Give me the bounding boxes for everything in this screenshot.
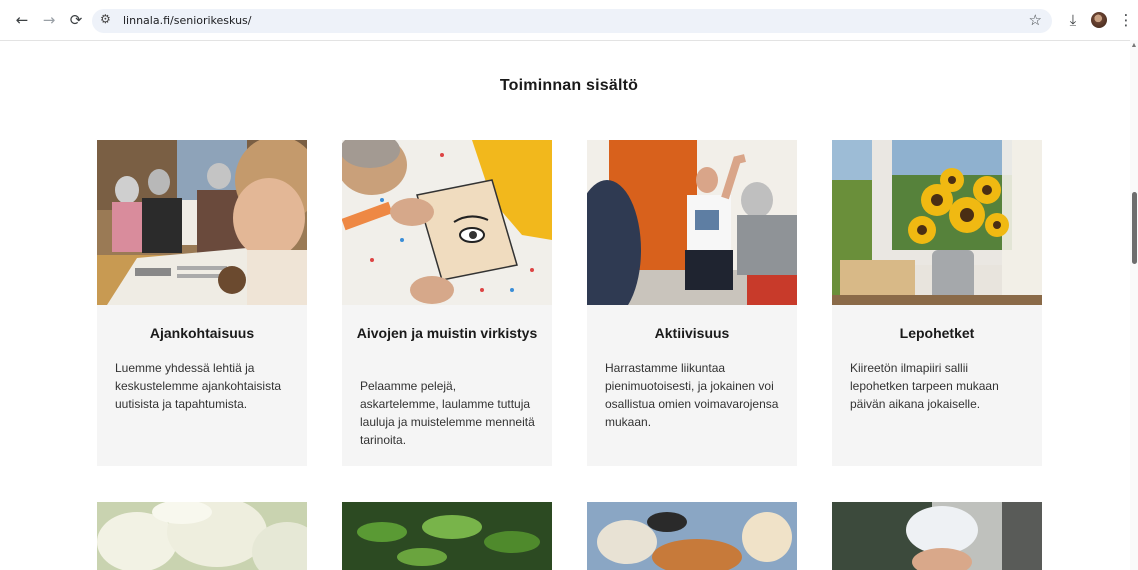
back-icon[interactable]: ← (10, 8, 34, 32)
card-title: Ajankohtaisuus (149, 325, 255, 341)
browser-menu-icon[interactable]: ⋮ (1114, 8, 1138, 32)
card-description: Pelaamme pelejä, askartelemme, laulamme … (360, 379, 535, 447)
bookmark-star-icon[interactable]: ☆ (1029, 11, 1042, 29)
browser-toolbar: ← → ⟳ ⚙ linnala.fi/seniorikeskus/ ☆ ⤓ ⋮ (0, 0, 1138, 41)
url-text[interactable]: linnala.fi/seniorikeskus/ (123, 14, 251, 27)
site-info-icon[interactable]: ⚙ (100, 12, 111, 26)
card-title: Lepohetket (899, 325, 975, 341)
card-description: Luemme yhdessä lehtiä ja keskustelemme a… (115, 361, 282, 411)
profile-avatar[interactable] (1091, 12, 1107, 28)
scrollbar-thumb[interactable] (1132, 192, 1137, 264)
activity-card: Lepohetket Kiireetön ilmapiiri sallii le… (832, 140, 1042, 466)
page-scrollbar[interactable] (1130, 40, 1138, 570)
card-title: Aktiivisuus (654, 325, 730, 341)
card-title: Aivojen ja muistin virkistys (356, 325, 538, 341)
reload-icon[interactable]: ⟳ (64, 8, 88, 32)
activity-card-photo-flowers (97, 502, 307, 570)
card-photo-crafting (342, 140, 552, 305)
activity-card: Ajankohtaisuus Luemme yhdessä lehtiä ja … (97, 140, 307, 466)
address-bar[interactable]: ⚙ linnala.fi/seniorikeskus/ ☆ (92, 9, 1052, 33)
card-description: Harrastamme liikuntaa pienimuotoisesti, … (605, 361, 779, 429)
activity-card-photo-kitchen (832, 502, 1042, 570)
activity-card: Aivojen ja muistin virkistys Pelaamme pe… (342, 140, 552, 466)
activity-card-photo-food (587, 502, 797, 570)
activity-card-photo-plants (342, 502, 552, 570)
scroll-up-arrow-icon[interactable]: ▲ (1130, 42, 1138, 50)
forward-icon[interactable]: → (37, 8, 61, 32)
card-description: Kiireetön ilmapiiri sallii lepohetken ta… (850, 361, 999, 411)
activity-card: Aktiivisuus Harrastamme liikuntaa pienim… (587, 140, 797, 466)
card-photo-sunflowers (832, 140, 1042, 305)
card-photo-newspaper-reading (97, 140, 307, 305)
card-photo-exercise (587, 140, 797, 305)
download-icon[interactable]: ⤓ (1061, 8, 1085, 32)
section-title: Toiminnan sisältö (499, 77, 639, 94)
